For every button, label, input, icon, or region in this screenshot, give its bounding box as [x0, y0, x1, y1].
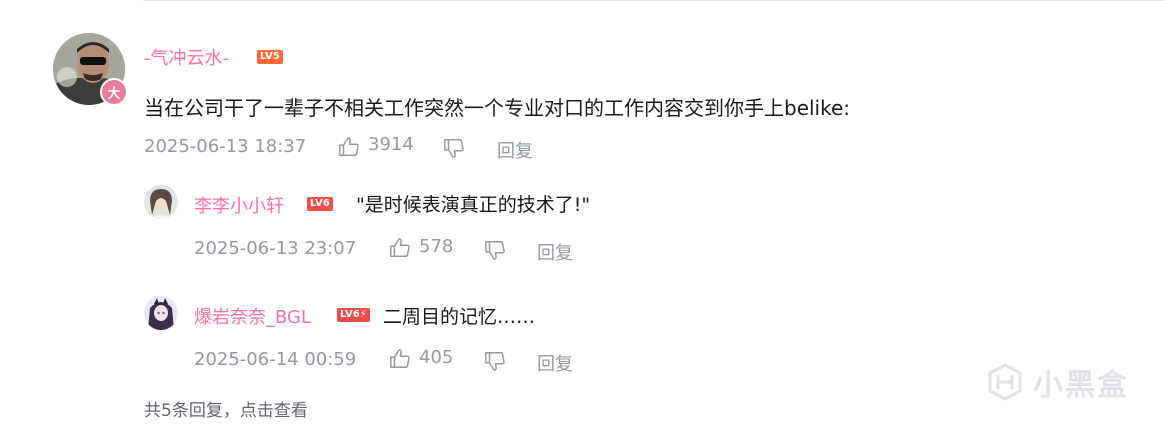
reply-button[interactable]: 回复 — [497, 137, 533, 163]
official-badge: 大 — [100, 78, 128, 106]
watermark: 小黑盒 — [985, 360, 1129, 404]
comment-timestamp: 2025-06-13 18:37 — [144, 136, 307, 157]
reply-username[interactable]: 爆岩奈奈_BGL — [194, 303, 311, 329]
like-count: 3914 — [368, 134, 414, 155]
reply-button[interactable]: 回复 — [537, 239, 573, 265]
comment-text: 当在公司干了一辈子不相关工作突然一个专业对口的工作内容交到你手上belike: — [144, 96, 851, 120]
thumbs-down-icon[interactable] — [484, 239, 506, 261]
thumbs-down-icon[interactable] — [484, 350, 506, 372]
divider — [143, 0, 1164, 1]
reply-avatar[interactable] — [144, 185, 178, 219]
reply-username[interactable]: 李李小小轩 — [194, 192, 284, 218]
level-badge: LV5 — [257, 50, 283, 64]
reply-avatar[interactable] — [144, 296, 178, 330]
reply-timestamp: 2025-06-13 23:07 — [194, 238, 357, 259]
reply-text: "是时候表演真正的技术了!" — [356, 194, 591, 216]
thumbs-up-icon[interactable] — [389, 237, 411, 259]
view-more-replies-link[interactable]: 共5条回复，点击查看 — [144, 396, 308, 421]
level-badge: LV6⚡ — [337, 308, 370, 322]
like-count: 578 — [419, 236, 454, 257]
reply-text: 二周目的记忆…… — [383, 306, 536, 328]
reply-button[interactable]: 回复 — [537, 350, 573, 376]
like-count: 405 — [419, 347, 454, 368]
watermark-logo-icon — [988, 363, 1022, 401]
level-badge: LV6 — [307, 197, 333, 211]
watermark-text: 小黑盒 — [1033, 368, 1129, 403]
thumbs-up-icon[interactable] — [389, 348, 411, 370]
comment-username[interactable]: -气冲云水- — [144, 44, 229, 70]
reply-timestamp: 2025-06-14 00:59 — [194, 349, 357, 370]
thumbs-up-icon[interactable] — [338, 136, 360, 158]
thumbs-down-icon[interactable] — [443, 137, 465, 159]
